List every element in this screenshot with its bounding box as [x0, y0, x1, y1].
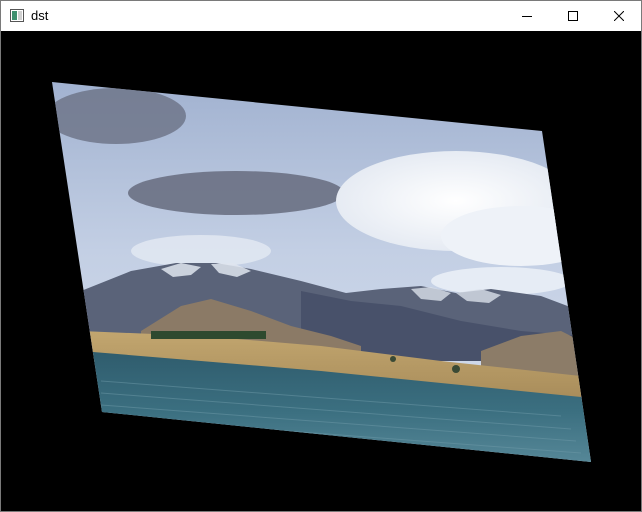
app-icon [10, 9, 24, 22]
close-icon [614, 11, 624, 21]
minimize-icon [522, 16, 532, 17]
window-title: dst [31, 8, 49, 23]
maximize-button[interactable] [550, 1, 596, 31]
warped-landscape-image [1, 31, 641, 511]
maximize-icon [568, 11, 578, 21]
app-window: dst [0, 0, 642, 512]
close-button[interactable] [596, 1, 642, 31]
minimize-button[interactable] [504, 1, 550, 31]
title-bar[interactable]: dst [1, 1, 641, 31]
image-canvas [1, 31, 641, 511]
